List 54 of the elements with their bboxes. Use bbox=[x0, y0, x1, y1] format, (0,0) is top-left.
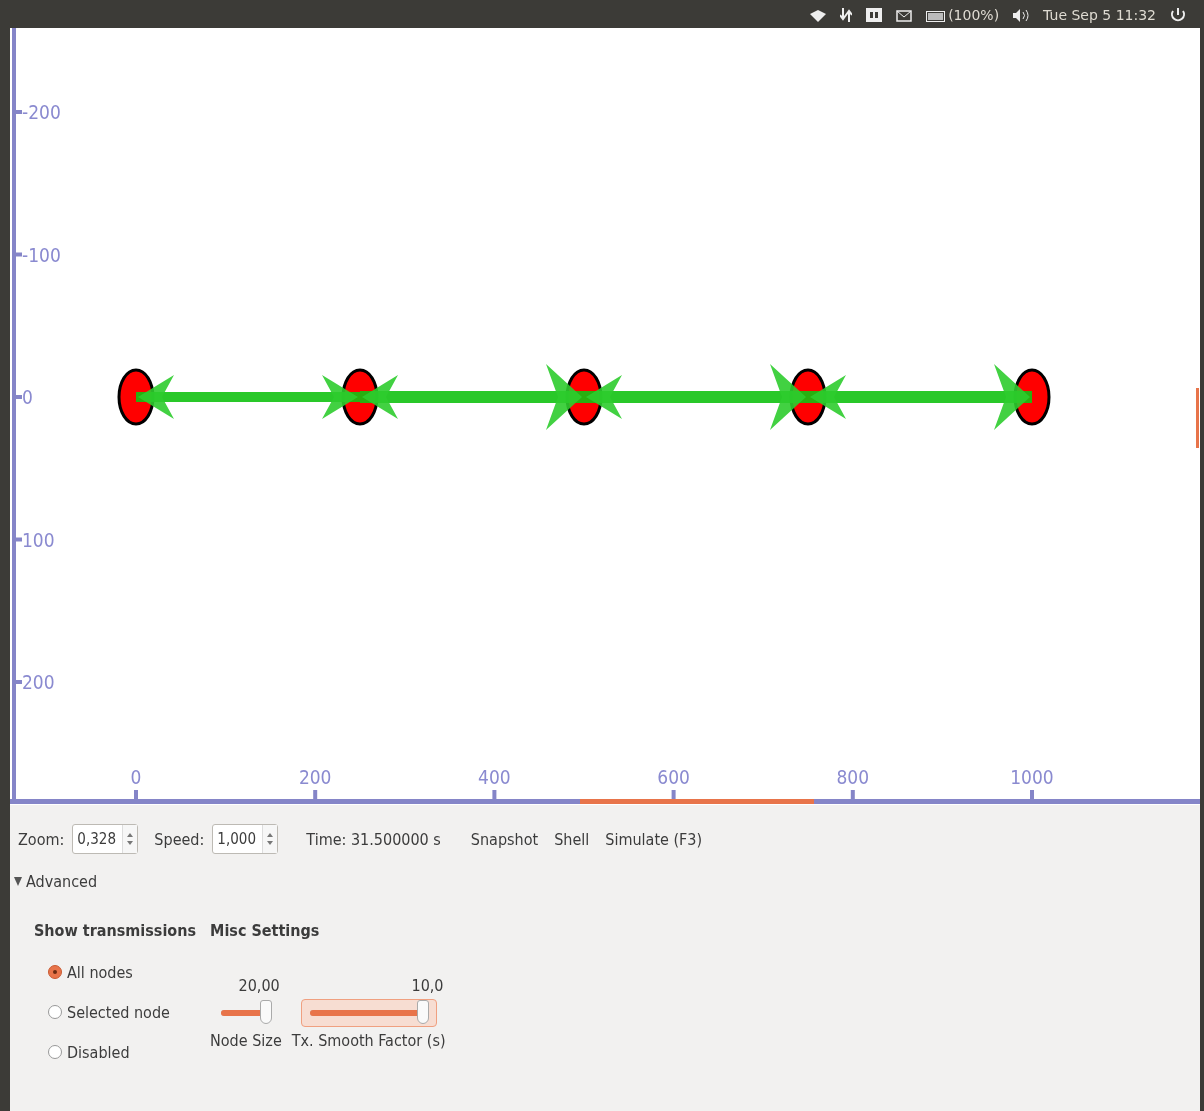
slider[interactable] bbox=[300, 999, 437, 1027]
section-title: Show transmissions bbox=[34, 921, 197, 940]
volume-icon[interactable] bbox=[1013, 9, 1030, 22]
x-tick bbox=[1030, 790, 1034, 799]
clock[interactable]: Tue Sep 5 11:32 bbox=[1043, 8, 1156, 22]
battery-icon[interactable] bbox=[926, 11, 947, 22]
section-title: Misc Settings bbox=[210, 921, 321, 940]
transfer-icon[interactable] bbox=[840, 8, 853, 22]
spin-arrows-icon[interactable] bbox=[127, 832, 134, 846]
x-tick-label: 200 bbox=[298, 766, 332, 788]
y-tick-label: -100 bbox=[16, 243, 61, 266]
y-tick-label: 100 bbox=[16, 528, 55, 551]
scrollbar-thumb[interactable] bbox=[1196, 388, 1199, 448]
y-tick-label: -200 bbox=[16, 101, 61, 123]
slider-value: 20,00 bbox=[238, 976, 280, 995]
battery-text: (100%) bbox=[948, 8, 1000, 22]
toolbar-button[interactable]: Snapshot bbox=[462, 825, 547, 853]
x-tick bbox=[313, 790, 318, 799]
scrollbar-thumb[interactable] bbox=[580, 799, 814, 804]
spin-arrows-icon[interactable] bbox=[267, 832, 274, 846]
field-label: Zoom: bbox=[18, 829, 65, 849]
slider-thumb[interactable] bbox=[259, 1000, 272, 1024]
spin-field[interactable]: 0,328 bbox=[72, 824, 139, 854]
field-label: Speed: bbox=[154, 829, 205, 849]
x-tick-label: 400 bbox=[478, 766, 511, 788]
time-label: Time: 31.500000 s bbox=[306, 829, 441, 849]
x-tick bbox=[134, 790, 138, 799]
x-tick-label: 600 bbox=[657, 766, 690, 788]
radio-button[interactable] bbox=[48, 965, 62, 979]
slider-label: Node Size bbox=[210, 1031, 282, 1050]
y-tick-label: 200 bbox=[16, 671, 55, 693]
mail-icon[interactable] bbox=[896, 10, 913, 22]
radio-label[interactable]: Selected node bbox=[67, 1002, 170, 1022]
y-tick-label: 0 bbox=[16, 386, 33, 408]
radio-button[interactable] bbox=[48, 1005, 62, 1019]
radio-button[interactable] bbox=[48, 1045, 62, 1059]
x-tick bbox=[671, 790, 676, 799]
x-tick bbox=[492, 790, 497, 799]
slider-label: Tx. Smooth Factor (s) bbox=[291, 1031, 446, 1050]
advanced-expander[interactable]: Advanced bbox=[10, 854, 1200, 891]
toolbar-button[interactable]: Shell bbox=[546, 825, 598, 853]
expander-arrow-icon[interactable] bbox=[14, 877, 22, 886]
x-tick-label: 0 bbox=[130, 766, 142, 788]
slider-value: 10,0 bbox=[411, 976, 444, 995]
radio-label[interactable]: All nodes bbox=[67, 962, 133, 982]
network-icon[interactable] bbox=[810, 10, 827, 22]
slider-thumb[interactable] bbox=[416, 1000, 429, 1024]
x-tick bbox=[850, 790, 855, 799]
x-tick-label: 1000 bbox=[1010, 766, 1054, 788]
spin-field[interactable]: 1,000 bbox=[212, 824, 279, 854]
toolbar-button[interactable]: Simulate (F3) bbox=[597, 825, 711, 853]
radio-label[interactable]: Disabled bbox=[67, 1042, 130, 1062]
x-tick-label: 800 bbox=[836, 766, 870, 788]
power-icon[interactable] bbox=[1170, 8, 1186, 22]
